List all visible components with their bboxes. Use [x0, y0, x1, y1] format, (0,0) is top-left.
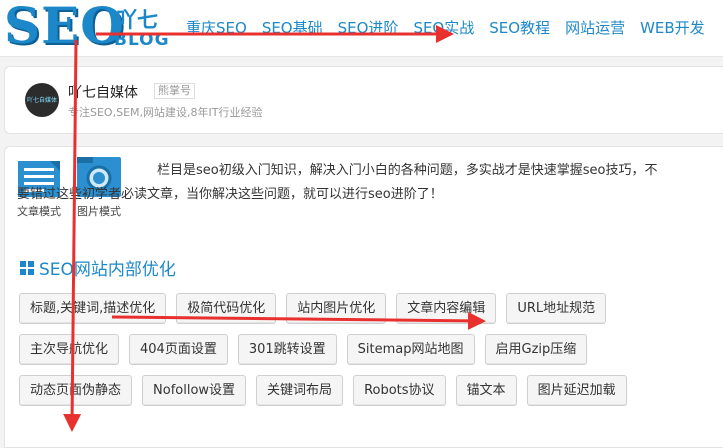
tag-pseudo-static[interactable]: 动态页面伪静态 [19, 375, 133, 406]
category-intro: 栏目是seo初级入门知识，解决入门小白的各种问题，多实战才是快速掌握seo技巧，… [17, 159, 709, 207]
avatar[interactable]: 吖七自媒体 [25, 83, 59, 117]
nav-item-seo-basics[interactable]: SEO基础 [262, 17, 323, 38]
tag-title-keywords[interactable]: 标题,关键词,描述优化 [19, 293, 167, 324]
tag-nofollow[interactable]: Nofollow设置 [142, 375, 247, 406]
nav-item-seo-practice[interactable]: SEO实战 [413, 17, 474, 38]
logo-blog-text: BLOG [114, 30, 170, 50]
tag-anchor-text[interactable]: 锚文本 [455, 375, 517, 406]
grid-icon [20, 260, 34, 275]
tag-sitemap[interactable]: Sitemap网站地图 [346, 334, 475, 365]
intro-line-2: 要错过这些初学者必读文章，当你解决这些问题，就可以进行seo进阶了！ [17, 187, 443, 202]
tag-navigation[interactable]: 主次导航优化 [19, 334, 120, 365]
tag-404-page[interactable]: 404页面设置 [129, 334, 228, 365]
site-logo[interactable]: SEO 吖七 BLOG [4, 0, 169, 55]
nav-item-chongqing-seo[interactable]: 重庆SEO [186, 17, 247, 38]
logo-seo-text: SEO [4, 0, 125, 55]
tag-row: 主次导航优化 404页面设置 301跳转设置 Sitemap网站地图 启用Gzi… [19, 334, 709, 365]
section-title: SEO网站内部优化 [39, 260, 176, 280]
tag-minimal-code[interactable]: 极简代码优化 [176, 293, 277, 324]
avatar-label: 吖七自媒体 [26, 96, 57, 104]
site-header: SEO 吖七 BLOG 重庆SEO SEO基础 SEO进阶 SEO实战 SEO教… [0, 0, 723, 57]
section-heading: SEO网站内部优化 [19, 255, 176, 280]
nav-item-seo-tutorial[interactable]: SEO教程 [489, 17, 550, 38]
intro-line-1: 栏目是seo初级入门知识，解决入门小白的各种问题，多实战才是快速掌握seo技巧，… [157, 163, 658, 178]
tag-keyword-layout[interactable]: 关键词布局 [256, 375, 344, 406]
tag-url-standards[interactable]: URL地址规范 [506, 293, 607, 324]
profile-badge: 熊掌号 [154, 83, 195, 99]
tag-site-images[interactable]: 站内图片优化 [286, 293, 387, 324]
profile-card: 吖七自媒体 吖七自媒体 熊掌号 专注SEO,SEM,网站建设,8年IT行业经验 [4, 66, 723, 134]
tag-301-redirect[interactable]: 301跳转设置 [237, 334, 337, 365]
profile-description: 专注SEO,SEM,网站建设,8年IT行业经验 [68, 106, 263, 119]
nav-item-web-dev[interactable]: WEB开发 [640, 17, 705, 38]
tag-row: 动态页面伪静态 Nofollow设置 关键词布局 Robots协议 锚文本 图片… [19, 375, 709, 406]
tag-gzip[interactable]: 启用Gzip压缩 [484, 334, 588, 365]
profile-name[interactable]: 吖七自媒体 [68, 82, 138, 102]
category-card: 文章模式 图片模式 栏目是seo初级入门知识，解决入门小白的各种问题，多实战才是… [4, 146, 723, 448]
tag-robots[interactable]: Robots协议 [353, 375, 446, 406]
main-nav: 重庆SEO SEO基础 SEO进阶 SEO实战 SEO教程 网站运营 WEB开发 [186, 17, 720, 38]
nav-item-seo-advanced[interactable]: SEO进阶 [338, 17, 399, 38]
tag-lazy-load[interactable]: 图片延迟加载 [526, 375, 627, 406]
tag-article-editing[interactable]: 文章内容编辑 [396, 293, 497, 324]
nav-item-site-operation[interactable]: 网站运营 [565, 17, 625, 38]
tag-list: 标题,关键词,描述优化 极简代码优化 站内图片优化 文章内容编辑 URL地址规范… [19, 293, 709, 416]
tag-row: 标题,关键词,描述优化 极简代码优化 站内图片优化 文章内容编辑 URL地址规范 [19, 293, 709, 324]
